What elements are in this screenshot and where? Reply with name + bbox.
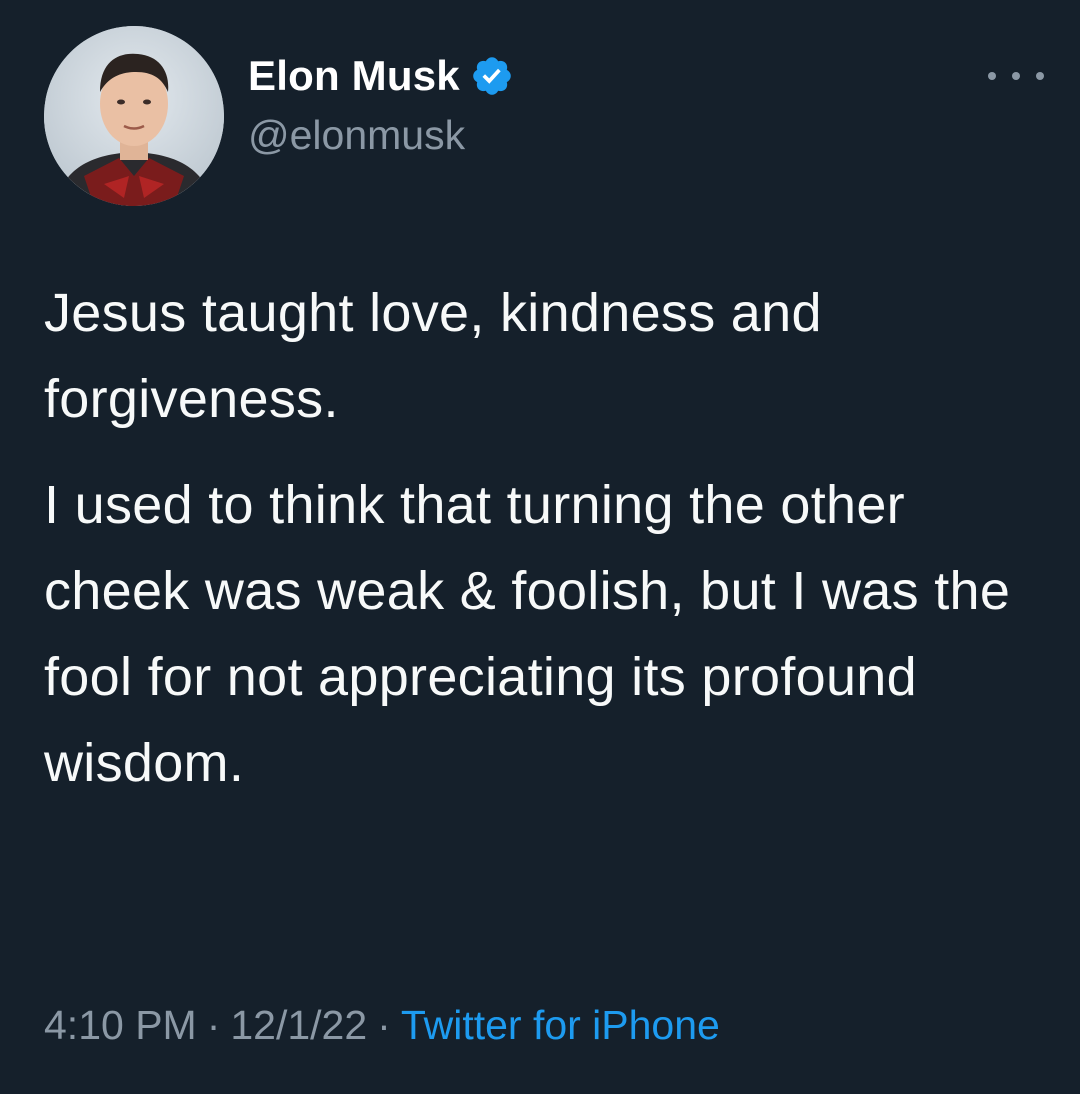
tweet-date[interactable]: 12/1/22 [230, 1002, 367, 1048]
avatar[interactable] [44, 26, 224, 206]
tweet-paragraph: I used to think that turning the other c… [44, 475, 1011, 793]
avatar-image [44, 26, 224, 206]
verified-badge-icon [470, 54, 514, 98]
more-dot [1036, 72, 1044, 80]
more-options-icon[interactable] [988, 64, 1044, 88]
tweet-card: Elon Musk @elonmusk Jesus taught love, k… [0, 0, 1080, 1094]
tweet-source-link[interactable]: Twitter for iPhone [401, 1002, 720, 1048]
meta-separator: · [377, 1002, 391, 1048]
more-dot [988, 72, 996, 80]
tweet-time[interactable]: 4:10 PM [44, 1002, 197, 1048]
tweet-header: Elon Musk @elonmusk [44, 12, 1044, 206]
author-handle[interactable]: @elonmusk [248, 112, 465, 159]
more-dot [1012, 72, 1020, 80]
author-display-name[interactable]: Elon Musk [248, 52, 460, 100]
tweet-paragraph: Jesus taught love, kindness and forgiven… [44, 283, 822, 429]
tweet-meta: 4:10 PM · 12/1/22 · Twitter for iPhone [44, 1002, 720, 1049]
tweet-text: Jesus taught love, kindness and forgiven… [44, 270, 1044, 806]
meta-separator: · [206, 1002, 221, 1048]
author-name-row: Elon Musk [248, 52, 514, 100]
